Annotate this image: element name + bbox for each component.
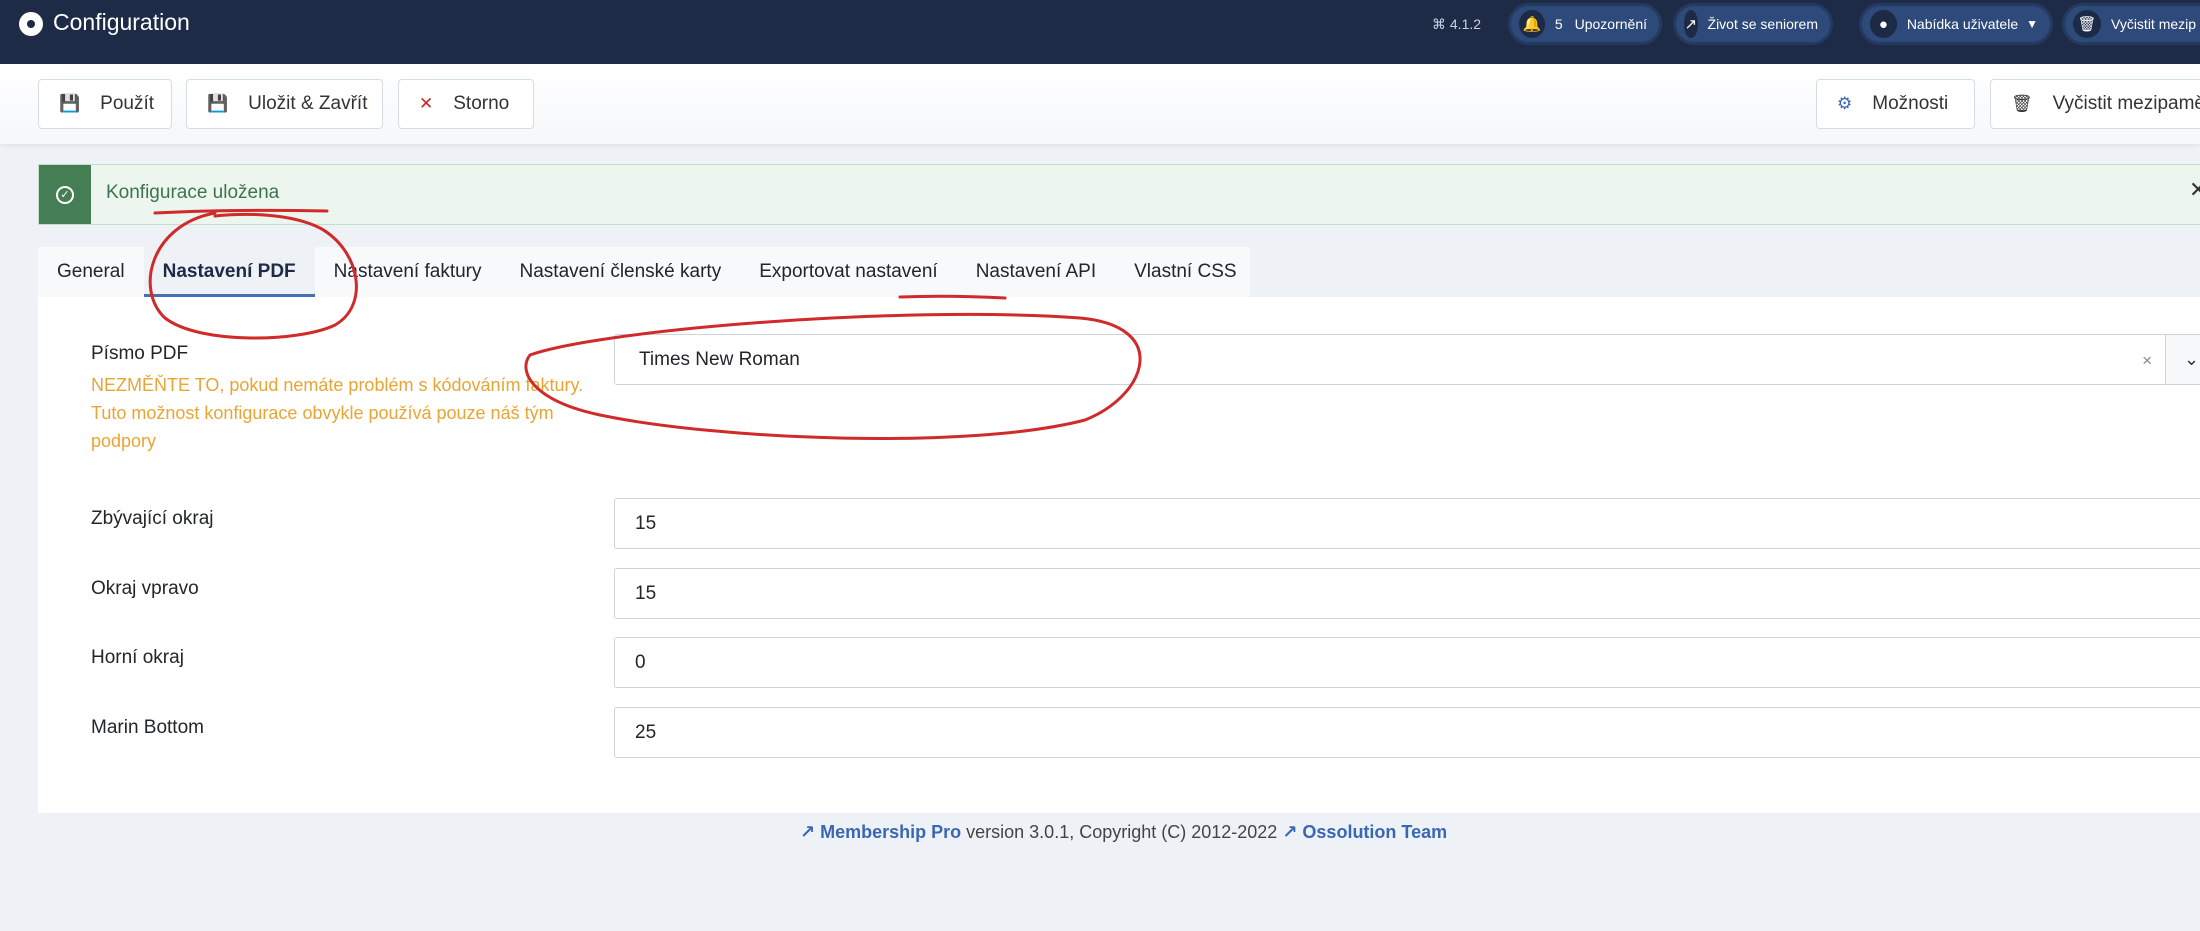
cancel-button[interactable]: ✕ Storno [398,79,534,129]
external-link-icon: ↗ [1282,822,1298,842]
save-close-button[interactable]: 💾 Uložit & Zavřít [186,79,383,129]
header-clear-cache-button[interactable]: 🗑 Vyčistit mezip [2062,3,2200,45]
pdf-font-value: Times New Roman [639,348,800,370]
toolbar: 💾 Použít 💾 Uložit & Zavřít ✕ Storno ⚙ Mo… [0,64,2200,144]
apply-label: Použít [100,93,155,114]
tab-export-settings[interactable]: Exportovat nastavení [740,247,957,297]
trash-icon: 🗑 [2073,10,2101,38]
user-menu-label: Nabídka uživatele [1906,16,2019,32]
user-icon: ● [1870,10,1897,38]
view-site-button[interactable]: ↗ Život se seniorem [1673,3,1833,45]
site-link-label: Život se seniorem [1707,16,1818,32]
success-alert: ✓ Konfigurace uložena ✕ [38,164,2200,225]
pdf-font-label: Písmo PDF [91,343,189,364]
options-button[interactable]: ⚙ Možnosti [1816,79,1975,129]
save-close-label: Uložit & Zavřít [248,93,368,114]
save-icon: 💾 [59,94,81,113]
bell-icon: 🔔 [1519,10,1545,38]
page-title: Configuration [53,9,190,35]
settings-panel: Písmo PDF NEZMĚŇTE TO, pokud nemáte prob… [38,297,2200,813]
footer-text: version 3.0.1, Copyright (C) 2012-2022 [961,822,1283,842]
pdf-font-help: NEZMĚŇTE TO, pokud nemáte problém s kódo… [91,375,584,451]
margin-bottom-input[interactable]: 25 [614,707,2200,758]
notification-count: 5 [1554,16,1563,32]
tab-custom-css[interactable]: Vlastní CSS [1115,247,1255,297]
user-menu-button[interactable]: ● Nabídka uživatele ▼ [1859,3,2053,45]
cancel-label: Storno [453,93,510,114]
version-label: ⌘ 4.1.2 [1432,16,1482,32]
chevron-down-icon[interactable]: ⌄ [2165,335,2200,384]
margin-top-input[interactable]: 0 [614,637,2200,688]
tab-member-card-settings[interactable]: Nastavení členské karty [501,247,741,297]
check-circle-icon: ✓ [39,165,91,224]
header-clear-cache-label: Vyčistit mezip [2111,16,2197,32]
margin-right-label: Okraj vpravo [91,578,199,599]
product-link[interactable]: Membership Pro [820,822,961,842]
notifications-button[interactable]: 🔔 5 Upozornění [1508,3,1662,45]
tab-general[interactable]: General [38,247,144,297]
top-header: Configuration ⌘ 4.1.2 🔔 5 Upozornění ↗ Ž… [0,0,2200,64]
external-link-icon: ↗ [1684,10,1698,38]
notifications-label: Upozornění [1574,16,1647,32]
options-label: Možnosti [1872,93,1949,114]
close-icon[interactable]: ✕ [2189,177,2200,203]
tab-api-settings[interactable]: Nastavení API [957,247,1115,297]
team-link[interactable]: Ossolution Team [1302,822,1447,842]
clear-cache-button[interactable]: 🗑 Vyčistit mezipamě [1990,79,2200,129]
pdf-font-select[interactable]: Times New Roman × ⌄ [614,334,2200,385]
alert-message: Konfigurace uložena [106,182,280,203]
clear-cache-label: Vyčistit mezipamě [2052,93,2200,114]
margin-bottom-label: Marin Bottom [91,717,204,738]
margin-left-input[interactable]: 15 [614,498,2200,549]
gear-icon: ⚙ [1837,94,1853,113]
margin-right-input[interactable]: 15 [614,568,2200,619]
chevron-down-icon: ▼ [2026,17,2038,31]
external-link-icon: ↗ [800,822,816,842]
apply-button[interactable]: 💾 Použít [38,79,172,129]
footer: ↗ Membership Pro version 3.0.1, Copyrigh… [800,822,1447,843]
tab-invoice-settings[interactable]: Nastavení faktury [315,247,501,297]
joomla-logo-icon[interactable] [19,12,43,36]
tab-pdf-settings[interactable]: Nastavení PDF [143,247,315,297]
config-tabs: General Nastavení PDF Nastavení faktury … [38,247,1250,297]
close-icon: ✕ [419,94,434,113]
margin-left-label: Zbývající okraj [91,508,214,529]
trash-icon: 🗑 [2011,94,2033,113]
save-icon: 💾 [207,94,229,113]
clear-selection-icon[interactable]: × [2142,351,2152,371]
margin-top-label: Horní okraj [91,647,184,668]
